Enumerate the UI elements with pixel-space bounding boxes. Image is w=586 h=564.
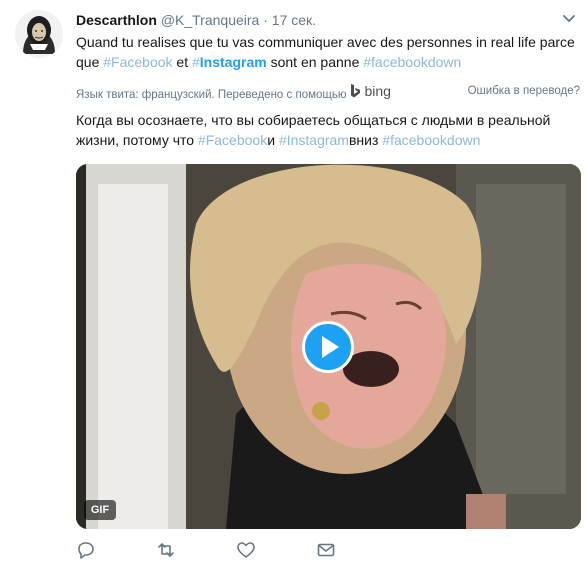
author-name[interactable]: Descarthlon	[76, 12, 157, 28]
tweet-text-translated: Когда вы осознаете, что вы собираетесь о…	[76, 110, 576, 150]
hashtag-facebook[interactable]: #Facebook	[103, 54, 172, 70]
reply-icon[interactable]	[76, 540, 96, 560]
retweet-icon[interactable]	[156, 540, 176, 560]
tweet-text-part: и	[267, 132, 279, 148]
hashtag-facebook[interactable]: #Facebook	[198, 132, 267, 148]
bing-icon	[351, 84, 361, 98]
play-button[interactable]	[302, 321, 354, 373]
tweet: Descarthlon @K_Tranqueira · 17 сек. Quan…	[0, 0, 586, 564]
hashtag-symbol: #	[192, 54, 200, 70]
hashtag-facebookdown[interactable]: #facebookdown	[382, 132, 480, 148]
tweet-timestamp[interactable]: 17 сек.	[272, 12, 316, 28]
author-handle[interactable]: @K_Tranqueira	[161, 12, 260, 28]
bing-text: bing	[364, 83, 391, 99]
separator-dot: ·	[263, 12, 268, 28]
translation-bar: Язык твита: французский. Переведено с по…	[76, 82, 580, 101]
avatar[interactable]	[15, 10, 63, 58]
tweet-text-part: вниз	[348, 132, 383, 148]
bing-logo: bing	[350, 82, 391, 100]
translation-label: Язык твита: французский. Переведено с по…	[76, 89, 347, 101]
media-gif[interactable]: GIF	[76, 164, 581, 529]
hashtag-facebookdown[interactable]: #facebookdown	[363, 54, 461, 70]
avatar-image	[15, 10, 63, 58]
hashtag-word: Instagram	[199, 54, 267, 70]
tweet-actions	[76, 540, 396, 562]
tweet-text-part: et	[172, 54, 192, 70]
chevron-down-icon[interactable]	[562, 13, 576, 25]
hashtag-instagram[interactable]: #Instagram	[192, 54, 267, 70]
translation-error-link[interactable]: Ошибка в переводе?	[468, 82, 580, 100]
gif-badge: GIF	[84, 500, 116, 520]
tweet-text-original: Quand tu realises que tu vas communiquer…	[76, 32, 576, 72]
like-icon[interactable]	[236, 540, 256, 560]
hashtag-instagram[interactable]: #Instagram	[279, 132, 349, 148]
play-icon	[322, 336, 339, 358]
direct-message-icon[interactable]	[316, 540, 336, 560]
tweet-header: Descarthlon @K_Tranqueira · 17 сек.	[76, 11, 316, 29]
tweet-text-part: sont en panne	[266, 54, 364, 70]
